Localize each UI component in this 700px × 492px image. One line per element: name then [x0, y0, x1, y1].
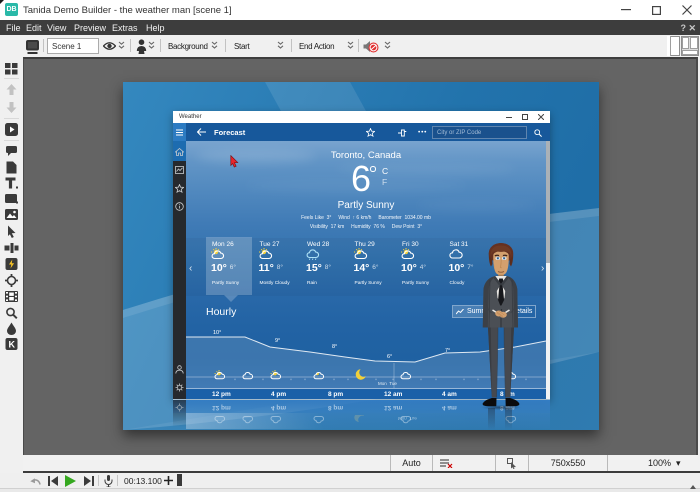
svg-text:K: K: [9, 340, 16, 350]
